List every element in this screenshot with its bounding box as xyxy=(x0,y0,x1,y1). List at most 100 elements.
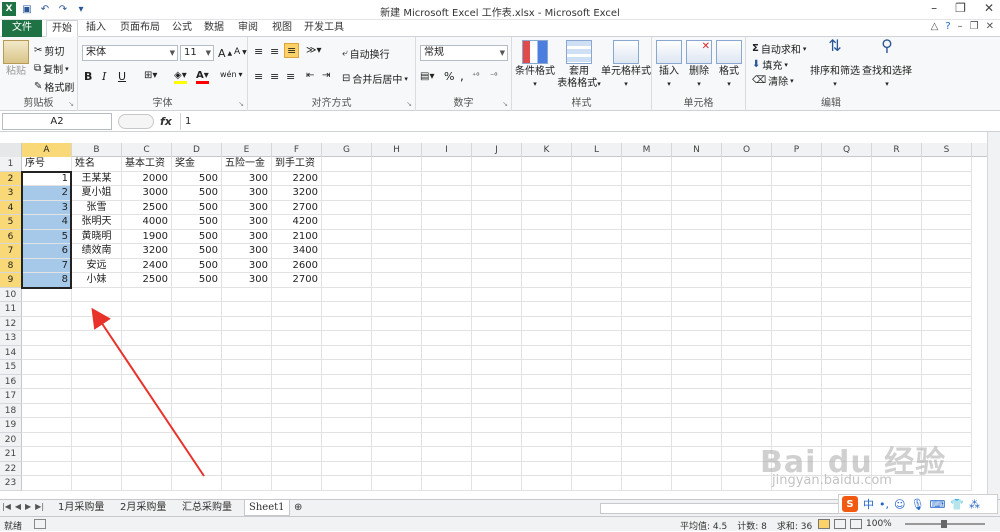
cell-e23[interactable] xyxy=(222,476,272,491)
cell-n2[interactable] xyxy=(672,171,722,186)
cell-l7[interactable] xyxy=(572,244,622,259)
cell-n10[interactable] xyxy=(672,287,722,302)
column-header-p[interactable]: P xyxy=(772,143,822,157)
cell-a19[interactable] xyxy=(22,418,72,433)
cell-g15[interactable] xyxy=(322,360,372,375)
cell-r11[interactable] xyxy=(872,302,922,317)
cell-r15[interactable] xyxy=(872,360,922,375)
sort-filter-button[interactable]: ⇅ 排序和筛选 ▾ xyxy=(810,38,860,90)
cell-s19[interactable] xyxy=(922,418,972,433)
align-top-icon[interactable]: ≡ xyxy=(254,45,263,58)
cell-e1[interactable]: 五险一金 xyxy=(222,157,272,172)
cell-b7[interactable]: 绩效南 xyxy=(72,244,122,259)
cell-k20[interactable] xyxy=(522,432,572,447)
cell-e10[interactable] xyxy=(222,287,272,302)
row-header-14[interactable]: 14 xyxy=(0,345,22,360)
prev-sheet-icon[interactable]: ◀ xyxy=(15,502,21,511)
cell-k16[interactable] xyxy=(522,374,572,389)
column-header-r[interactable]: R xyxy=(872,143,922,157)
cell-m10[interactable] xyxy=(622,287,672,302)
cell-q3[interactable] xyxy=(822,186,872,201)
cell-k12[interactable] xyxy=(522,316,572,331)
cell-g18[interactable] xyxy=(322,403,372,418)
cell-s7[interactable] xyxy=(922,244,972,259)
cell-q4[interactable] xyxy=(822,200,872,215)
cell-a4[interactable]: 3 xyxy=(22,200,72,215)
cell-q2[interactable] xyxy=(822,171,872,186)
cell-d18[interactable] xyxy=(172,403,222,418)
cell-c23[interactable] xyxy=(122,476,172,491)
cell-m17[interactable] xyxy=(622,389,672,404)
align-right-icon[interactable]: ≡ xyxy=(286,70,295,83)
cell-a16[interactable] xyxy=(22,374,72,389)
shrink-font-icon[interactable]: A ▼ xyxy=(234,47,247,57)
cell-o9[interactable] xyxy=(722,273,772,288)
tab-home[interactable]: 开始 xyxy=(46,20,78,37)
cell-g19[interactable] xyxy=(322,418,372,433)
cell-d19[interactable] xyxy=(172,418,222,433)
ime-user-icon[interactable]: 👕 xyxy=(950,498,964,511)
cell-c11[interactable] xyxy=(122,302,172,317)
cell-g5[interactable] xyxy=(322,215,372,230)
cell-r13[interactable] xyxy=(872,331,922,346)
cell-e18[interactable] xyxy=(222,403,272,418)
cell-e12[interactable] xyxy=(222,316,272,331)
fill-button[interactable]: ⬇ 填充 ▾ xyxy=(752,57,788,72)
cell-i21[interactable] xyxy=(422,447,472,462)
cell-h6[interactable] xyxy=(372,229,422,244)
cell-a1[interactable]: 序号 xyxy=(22,157,72,172)
cell-h14[interactable] xyxy=(372,345,422,360)
cell-h19[interactable] xyxy=(372,418,422,433)
cell-f10[interactable] xyxy=(272,287,322,302)
align-left-icon[interactable]: ≡ xyxy=(254,70,263,83)
cell-b18[interactable] xyxy=(72,403,122,418)
cell-i12[interactable] xyxy=(422,316,472,331)
cell-n12[interactable] xyxy=(672,316,722,331)
zoom-slider[interactable] xyxy=(905,520,985,528)
cell-a5[interactable]: 4 xyxy=(22,215,72,230)
cell-g10[interactable] xyxy=(322,287,372,302)
cell-s10[interactable] xyxy=(922,287,972,302)
cell-q7[interactable] xyxy=(822,244,872,259)
cell-j17[interactable] xyxy=(472,389,522,404)
align-bottom-icon[interactable]: ≡ xyxy=(284,43,300,58)
cell-p14[interactable] xyxy=(772,345,822,360)
cell-r10[interactable] xyxy=(872,287,922,302)
page-layout-view-icon[interactable] xyxy=(834,519,846,529)
cell-e9[interactable]: 300 xyxy=(222,273,272,288)
orientation-icon[interactable]: ≫▾ xyxy=(306,45,322,56)
format-painter-button[interactable]: ✎ 格式刷 xyxy=(34,79,74,94)
cell-j5[interactable] xyxy=(472,215,522,230)
font-color-icon[interactable]: A▾ xyxy=(196,70,209,84)
font-launcher-icon[interactable]: ↘ xyxy=(238,100,244,108)
tab-formulas[interactable]: 公式 xyxy=(168,20,196,37)
cell-j23[interactable] xyxy=(472,476,522,491)
formula-input[interactable]: 1 xyxy=(180,113,986,130)
cell-o10[interactable] xyxy=(722,287,772,302)
cell-k2[interactable] xyxy=(522,171,572,186)
cell-a18[interactable] xyxy=(22,403,72,418)
number-format-combo[interactable]: 常规 ▼ xyxy=(420,45,508,61)
cell-p11[interactable] xyxy=(772,302,822,317)
cell-p12[interactable] xyxy=(772,316,822,331)
cell-k11[interactable] xyxy=(522,302,572,317)
cell-d2[interactable]: 500 xyxy=(172,171,222,186)
cell-q13[interactable] xyxy=(822,331,872,346)
cell-j22[interactable] xyxy=(472,461,522,476)
cell-b10[interactable] xyxy=(72,287,122,302)
cell-e19[interactable] xyxy=(222,418,272,433)
cell-i19[interactable] xyxy=(422,418,472,433)
cell-o12[interactable] xyxy=(722,316,772,331)
cell-p6[interactable] xyxy=(772,229,822,244)
cell-o18[interactable] xyxy=(722,403,772,418)
cell-d6[interactable]: 500 xyxy=(172,229,222,244)
cell-c22[interactable] xyxy=(122,461,172,476)
cell-l10[interactable] xyxy=(572,287,622,302)
column-header-g[interactable]: G xyxy=(322,143,372,157)
cell-j6[interactable] xyxy=(472,229,522,244)
column-header-j[interactable]: J xyxy=(472,143,522,157)
cell-r1[interactable] xyxy=(872,157,922,172)
cell-q12[interactable] xyxy=(822,316,872,331)
cell-d11[interactable] xyxy=(172,302,222,317)
column-header-o[interactable]: O xyxy=(722,143,772,157)
